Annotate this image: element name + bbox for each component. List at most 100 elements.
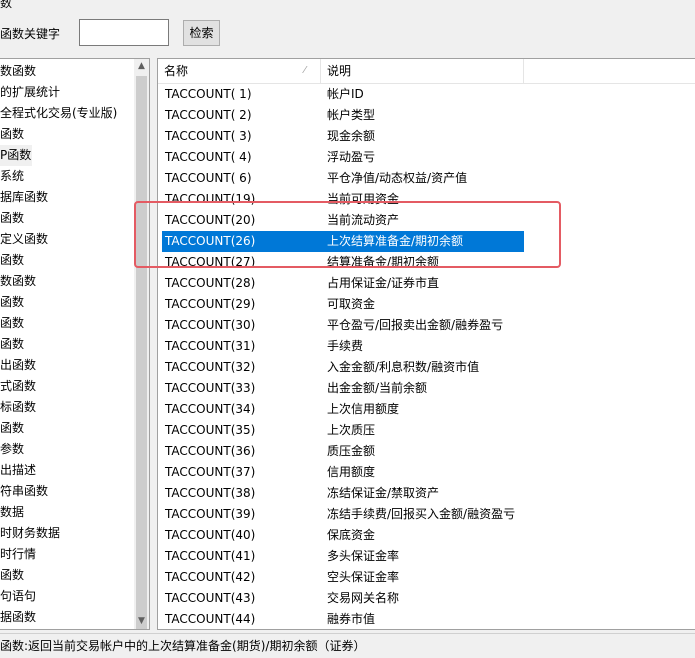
column-header-desc[interactable]: 说明 [321, 59, 524, 83]
function-name-cell: TACCOUNT(35) [165, 423, 256, 437]
function-name-cell: TACCOUNT(44) [165, 612, 256, 626]
function-name-cell: TACCOUNT(32) [165, 360, 256, 374]
function-desc-cell: 信用额度 [327, 465, 376, 479]
category-tree: 数函数 的扩展统计 全程式化交易(专业版) 函数 P函数 系统 据库函数 函数 定义函数 函数 数函… [0, 58, 150, 630]
table-row[interactable]: TACCOUNT( 3) 现金余额 [158, 126, 695, 147]
table-row[interactable]: TACCOUNT(35) 上次质压 [158, 420, 695, 441]
table-row[interactable]: TACCOUNT(33) 出金金额/当前余额 [158, 378, 695, 399]
function-desc-cell: 现金余额 [327, 129, 376, 143]
table-row[interactable]: TACCOUNT(41) 多头保证金率 [158, 546, 695, 567]
tree-item[interactable]: 函数 [0, 334, 134, 355]
tree-item[interactable]: 函数 [0, 208, 134, 229]
table-row[interactable]: TACCOUNT( 1) 帐户ID [158, 84, 695, 105]
function-desc-cell: 入金金额/利息积数/融资市值 [327, 360, 480, 374]
function-desc-cell: 平仓盈亏/回报卖出金额/融券盈亏 [327, 318, 504, 332]
tree-item[interactable]: 函数 [0, 565, 134, 586]
table-row[interactable]: TACCOUNT(34) 上次信用额度 [158, 399, 695, 420]
tree-item[interactable]: 函数 [0, 124, 134, 145]
tree-item[interactable]: 函数 [0, 418, 134, 439]
function-name-cell: TACCOUNT(36) [165, 444, 256, 458]
table-row[interactable]: TACCOUNT(44) 融券市值 [158, 609, 695, 629]
table-row[interactable]: TACCOUNT(19) 当前可用资金 [158, 189, 695, 210]
table-row[interactable]: TACCOUNT(42) 空头保证金率 [158, 567, 695, 588]
table-row[interactable]: TACCOUNT(26) 上次结算准备金/期初余额 [158, 231, 695, 252]
table-row[interactable]: TACCOUNT(29) 可取资金 [158, 294, 695, 315]
category-list: 数函数 的扩展统计 全程式化交易(专业版) 函数 P函数 系统 据库函数 函数 定义函数 函数 数函… [0, 61, 134, 628]
table-row[interactable]: TACCOUNT( 6) 平仓净值/动态权益/资产值 [158, 168, 695, 189]
table-row[interactable]: TACCOUNT( 2) 帐户类型 [158, 105, 695, 126]
tree-item[interactable]: 全程式化交易(专业版) [0, 103, 134, 124]
tree-item[interactable]: 出描述 [0, 460, 134, 481]
table-row[interactable]: TACCOUNT(39) 冻结手续费/回报买入金额/融资盈亏 [158, 504, 695, 525]
table-row[interactable]: TACCOUNT(37) 信用额度 [158, 462, 695, 483]
function-name-cell: TACCOUNT(43) [165, 591, 256, 605]
function-name-cell: TACCOUNT( 3) [165, 129, 252, 143]
tree-item[interactable]: 数据 [0, 502, 134, 523]
table-row[interactable]: TACCOUNT(27) 结算准备金/期初余额 [158, 252, 695, 273]
function-desc-cell: 上次质压 [327, 423, 376, 437]
function-desc-cell: 帐户ID [327, 87, 364, 101]
table-row[interactable]: TACCOUNT(38) 冻结保证金/禁取资产 [158, 483, 695, 504]
tree-item[interactable]: 定义函数 [0, 229, 134, 250]
tree-item[interactable]: 函数 [0, 292, 134, 313]
function-desc-cell: 手续费 [327, 339, 364, 353]
function-name-cell: TACCOUNT(28) [165, 276, 256, 290]
table-row[interactable]: TACCOUNT(36) 质压金额 [158, 441, 695, 462]
tree-item[interactable]: 系统 [0, 166, 134, 187]
column-header-desc-label: 说明 [327, 64, 352, 78]
search-button[interactable]: 检索 [183, 20, 220, 46]
tree-item[interactable]: 据库函数 [0, 187, 134, 208]
function-desc-cell: 多头保证金率 [327, 549, 400, 563]
tree-item[interactable]: 标函数 [0, 397, 134, 418]
scroll-down-icon[interactable]: ▼ [134, 614, 149, 629]
tree-item[interactable]: 参数 [0, 439, 134, 460]
window-title-strip: 数 [0, 0, 695, 12]
tree-item[interactable]: 数函数 [0, 61, 134, 82]
tree-item[interactable]: 句语句 [0, 586, 134, 607]
tree-item[interactable]: 式函数 [0, 376, 134, 397]
column-header-name[interactable]: 名称 ⁄ [158, 59, 321, 83]
function-desc-cell: 当前流动资产 [327, 213, 400, 227]
window-title: 数 [0, 0, 13, 10]
tree-item[interactable]: 函数 [0, 250, 134, 271]
function-name-cell: TACCOUNT( 6) [165, 171, 252, 185]
function-desc-cell: 保底资金 [327, 528, 376, 542]
function-name-cell: TACCOUNT(34) [165, 402, 256, 416]
search-input[interactable] [79, 19, 169, 46]
function-name-cell: TACCOUNT(38) [165, 486, 256, 500]
function-name-cell: TACCOUNT( 1) [165, 87, 252, 101]
function-desc-cell: 可取资金 [327, 297, 376, 311]
function-name-cell: TACCOUNT(20) [165, 213, 256, 227]
function-name-cell: TACCOUNT(27) [165, 255, 256, 269]
tree-item[interactable]: 时行情 [0, 544, 134, 565]
table-row[interactable]: TACCOUNT(28) 占用保证金/证券市直 [158, 273, 695, 294]
table-row[interactable]: TACCOUNT( 4) 浮动盈亏 [158, 147, 695, 168]
tree-item[interactable]: 的扩展统计 [0, 82, 134, 103]
tree-item[interactable]: 数函数 [0, 271, 134, 292]
function-name-cell: TACCOUNT( 2) [165, 108, 252, 122]
function-list: 名称 ⁄ 说明 TACCOUNT( 1) 帐户ID TACCOUNT( 2) 帐户类型… [157, 58, 695, 630]
table-row[interactable]: TACCOUNT(43) 交易网关名称 [158, 588, 695, 609]
function-name-cell: TACCOUNT(31) [165, 339, 256, 353]
tree-item[interactable]: 函数 [0, 313, 134, 334]
tree-item[interactable]: P函数 [0, 145, 32, 166]
function-name-cell: TACCOUNT(42) [165, 570, 256, 584]
table-row[interactable]: TACCOUNT(31) 手续费 [158, 336, 695, 357]
table-row[interactable]: TACCOUNT(30) 平仓盈亏/回报卖出金额/融券盈亏 [158, 315, 695, 336]
function-desc-cell: 质压金额 [327, 444, 376, 458]
table-row[interactable]: TACCOUNT(20) 当前流动资产 [158, 210, 695, 231]
function-desc-cell: 交易网关名称 [327, 591, 400, 605]
table-row[interactable]: TACCOUNT(32) 入金金额/利息积数/融资市值 [158, 357, 695, 378]
scrollbar-thumb[interactable] [136, 76, 147, 629]
status-bar: 函数:返回当前交易帐户中的上次结算准备金(期货)/期初余额（证券） [0, 633, 695, 658]
search-label: 函数关键字 [0, 27, 61, 41]
scroll-up-icon[interactable]: ▲ [134, 59, 149, 74]
tree-item[interactable]: 据函数 [0, 607, 134, 628]
function-desc-cell: 空头保证金率 [327, 570, 400, 584]
tree-item[interactable]: 出函数 [0, 355, 134, 376]
tree-scrollbar[interactable]: ▲ ▼ [134, 59, 149, 629]
function-desc-cell: 上次信用额度 [327, 402, 400, 416]
tree-item[interactable]: 时财务数据 [0, 523, 134, 544]
tree-item[interactable]: 符串函数 [0, 481, 134, 502]
table-row[interactable]: TACCOUNT(40) 保底资金 [158, 525, 695, 546]
